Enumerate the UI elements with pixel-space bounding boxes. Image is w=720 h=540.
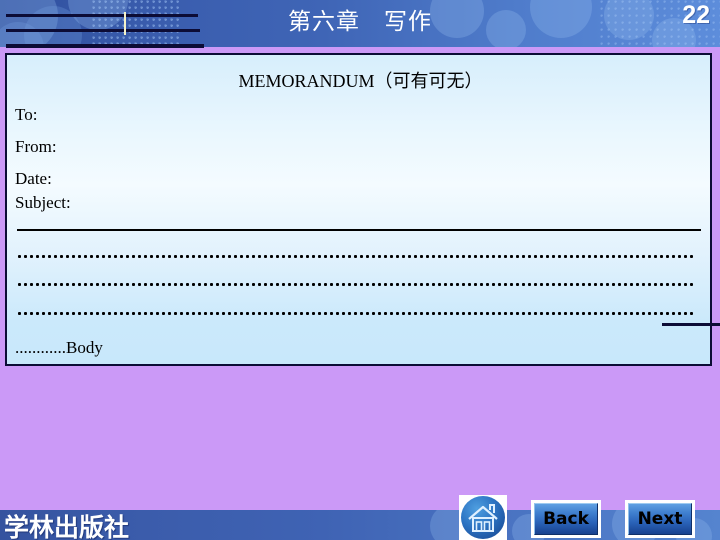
body-placeholder-text: ............Body [15,338,103,357]
field-label-to: To: [15,105,38,124]
next-button-label[interactable]: Next [628,503,692,535]
home-icon[interactable] [461,496,505,539]
slide-root: 第六章 写作 22 MEMORANDUM（可有可无） To: From: Dat… [0,0,720,540]
field-label-subject: Subject: [15,193,71,212]
header-rule-bottom [6,44,204,48]
right-edge-rule [662,323,720,326]
dotted-line [18,283,694,286]
memo-heading: MEMORANDUM（可有可无） [238,71,483,91]
back-button[interactable]: Back [531,500,601,538]
page-title: 第六章 写作 [288,9,432,35]
back-button-label[interactable]: Back [534,503,598,535]
dotted-line [18,255,694,258]
memo-template-box: MEMORANDUM（可有可无） To: From: Date: Subject… [5,53,712,366]
memo-divider-rule [17,229,701,231]
field-label-from: From: [15,137,57,156]
home-button[interactable] [459,495,507,540]
dotted-line [18,312,694,315]
page-number: 22 [682,1,710,29]
publisher-logo: 学林出版社 [4,513,130,540]
next-button[interactable]: Next [625,500,695,538]
field-label-date: Date: [15,169,52,188]
